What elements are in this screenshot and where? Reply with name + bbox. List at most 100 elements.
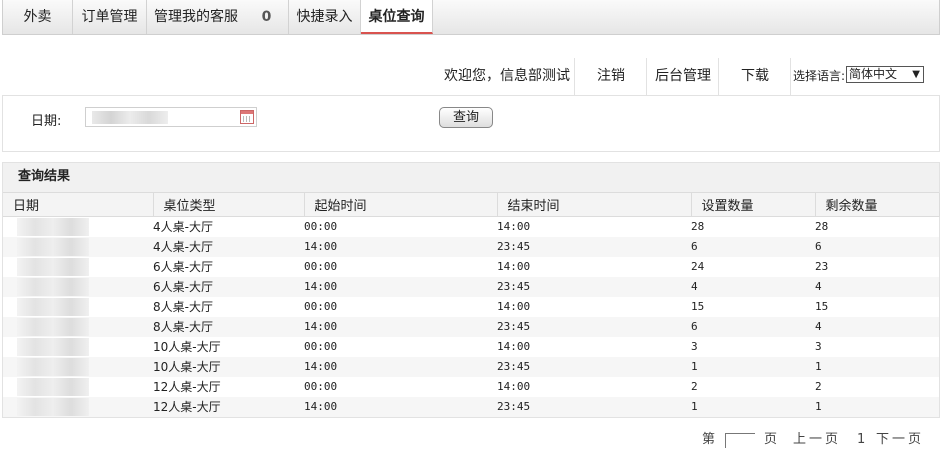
cell-set-count: 28 — [691, 220, 705, 233]
tab-table-query[interactable]: 桌位查询 — [361, 0, 433, 34]
cell-set-count: 6 — [691, 316, 815, 337]
table-row: 4人桌-大厅 00:00 14:00 28 28 — [3, 216, 939, 237]
cell-date — [3, 236, 153, 257]
cell-set-count: 3 — [691, 340, 698, 353]
tab-quick-entry[interactable]: 快捷录入 — [289, 0, 361, 34]
cell-remaining-count: 3 — [815, 340, 822, 353]
cell-end-time: 23:45 — [497, 316, 691, 337]
date-value-redacted — [17, 217, 89, 236]
user-bar: 欢迎您，信息部测试 注销 后台管理 下载 选择语言: 简体中文 ▼ — [2, 58, 940, 96]
cell-date — [3, 276, 153, 297]
search-form: 日期: 查询 — [2, 96, 940, 152]
language-select[interactable]: 简体中文 ▼ — [846, 66, 924, 83]
cell-table-type: 6人桌-大厅 — [153, 276, 304, 297]
cell-set-count: 15 — [691, 300, 705, 313]
cell-start-time: 14:00 — [304, 276, 497, 297]
tab-count-badge: 0 — [261, 9, 272, 25]
cell-set-count: 2 — [691, 380, 698, 393]
date-value-redacted — [17, 317, 89, 336]
cell-remaining-count: 1 — [815, 356, 939, 377]
download-link[interactable]: 下载 — [718, 58, 791, 96]
tab-takeout[interactable]: 外卖 — [3, 0, 73, 34]
cell-table-type: 10人桌-大厅 — [153, 356, 304, 377]
cell-end-time: 14:00 — [497, 220, 531, 233]
cell-end-time: 14:00 — [497, 380, 531, 393]
cell-set-count: 4 — [691, 276, 815, 297]
cell-end-time: 14:00 — [497, 340, 531, 353]
admin-link[interactable]: 后台管理 — [646, 58, 719, 96]
cell-date — [3, 316, 153, 337]
column-header-end-time[interactable]: 结束时间 — [497, 193, 692, 217]
table-row: 12人桌-大厅 14:00 23:45 1 1 — [3, 396, 939, 417]
table-row: 4人桌-大厅 14:00 23:45 6 6 — [3, 236, 939, 257]
cell-start-time: 00:00 — [304, 380, 338, 393]
tab-badge-count[interactable]: 0 — [245, 0, 289, 34]
cell-start-time: 00:00 — [304, 220, 338, 233]
table-header-row: 日期 桌位类型 起始时间 结束时间 设置数量 剩余数量 — [3, 193, 940, 217]
date-value-redacted — [17, 397, 89, 416]
column-header-remaining-count[interactable]: 剩余数量 — [815, 193, 940, 217]
cell-set-count: 24 — [691, 260, 705, 273]
cell-date — [3, 356, 153, 377]
pager-prefix: 第 — [702, 432, 716, 447]
welcome-text: 欢迎您，信息部测试 — [444, 68, 570, 84]
date-value-redacted — [17, 297, 89, 316]
calendar-icon[interactable] — [240, 110, 254, 124]
cell-remaining-count: 4 — [815, 316, 939, 337]
column-header-date[interactable]: 日期 — [3, 193, 154, 217]
cell-table-type: 4人桌-大厅 — [153, 220, 213, 234]
date-value-redacted — [17, 337, 89, 356]
cell-table-type: 6人桌-大厅 — [153, 260, 213, 274]
results-table: 日期 桌位类型 起始时间 结束时间 设置数量 剩余数量 4人桌-大厅 00:00 1… — [3, 193, 940, 417]
column-header-table-type[interactable]: 桌位类型 — [153, 193, 305, 217]
cell-end-time: 14:00 — [497, 300, 531, 313]
date-input[interactable] — [85, 107, 257, 127]
cell-start-time: 14:00 — [304, 396, 497, 417]
cell-set-count: 6 — [691, 236, 815, 257]
cell-start-time: 14:00 — [304, 236, 497, 257]
cell-table-type: 8人桌-大厅 — [153, 316, 304, 337]
cell-start-time: 14:00 — [304, 316, 497, 337]
tab-my-customer-service[interactable]: 管理我的客服 — [147, 0, 245, 34]
cell-set-count: 1 — [691, 396, 815, 417]
tab-order-management[interactable]: 订单管理 — [73, 0, 147, 34]
table-row: 10人桌-大厅 00:00 14:00 3 3 — [3, 337, 939, 357]
language-select-value: 简体中文 — [849, 67, 898, 81]
cell-remaining-count: 15 — [815, 300, 829, 313]
page-number-input[interactable] — [725, 433, 755, 448]
date-value-redacted — [17, 237, 89, 256]
cell-remaining-count: 6 — [815, 236, 939, 257]
column-header-start-time[interactable]: 起始时间 — [304, 193, 498, 217]
cell-remaining-count: 4 — [815, 276, 939, 297]
cell-table-type: 10人桌-大厅 — [153, 340, 221, 354]
pager-suffix: 页 — [764, 432, 778, 447]
cell-table-type: 8人桌-大厅 — [153, 300, 213, 314]
cell-set-count: 1 — [691, 356, 815, 377]
cell-end-time: 23:45 — [497, 396, 691, 417]
date-value-redacted — [17, 377, 89, 396]
table-row: 8人桌-大厅 00:00 14:00 15 15 — [3, 297, 939, 317]
cell-date — [3, 216, 153, 237]
language-label: 选择语言: — [790, 58, 847, 96]
cell-start-time: 14:00 — [304, 356, 497, 377]
prev-page-link[interactable]: 上一页 — [793, 430, 841, 450]
cell-start-time: 00:00 — [304, 300, 338, 313]
logout-link[interactable]: 注销 — [574, 58, 647, 96]
date-label: 日期: — [31, 114, 62, 129]
cell-remaining-count: 2 — [815, 380, 822, 393]
table-row: 12人桌-大厅 00:00 14:00 2 2 — [3, 377, 939, 397]
cell-date — [3, 257, 153, 277]
cell-end-time: 23:45 — [497, 276, 691, 297]
cell-date — [3, 377, 153, 397]
cell-table-type: 12人桌-大厅 — [153, 396, 304, 417]
date-value-redacted — [17, 277, 89, 296]
cell-end-time: 23:45 — [497, 356, 691, 377]
column-header-set-count[interactable]: 设置数量 — [691, 193, 816, 217]
cell-start-time: 00:00 — [304, 260, 338, 273]
current-page-number[interactable]: 1 — [857, 430, 865, 450]
date-value-redacted — [17, 357, 89, 376]
next-page-link[interactable]: 下一页 — [876, 430, 924, 450]
cell-end-time: 14:00 — [497, 260, 531, 273]
top-tab-bar: 外卖 订单管理 管理我的客服 0 快捷录入 桌位查询 — [2, 0, 940, 35]
query-button[interactable]: 查询 — [439, 107, 493, 128]
